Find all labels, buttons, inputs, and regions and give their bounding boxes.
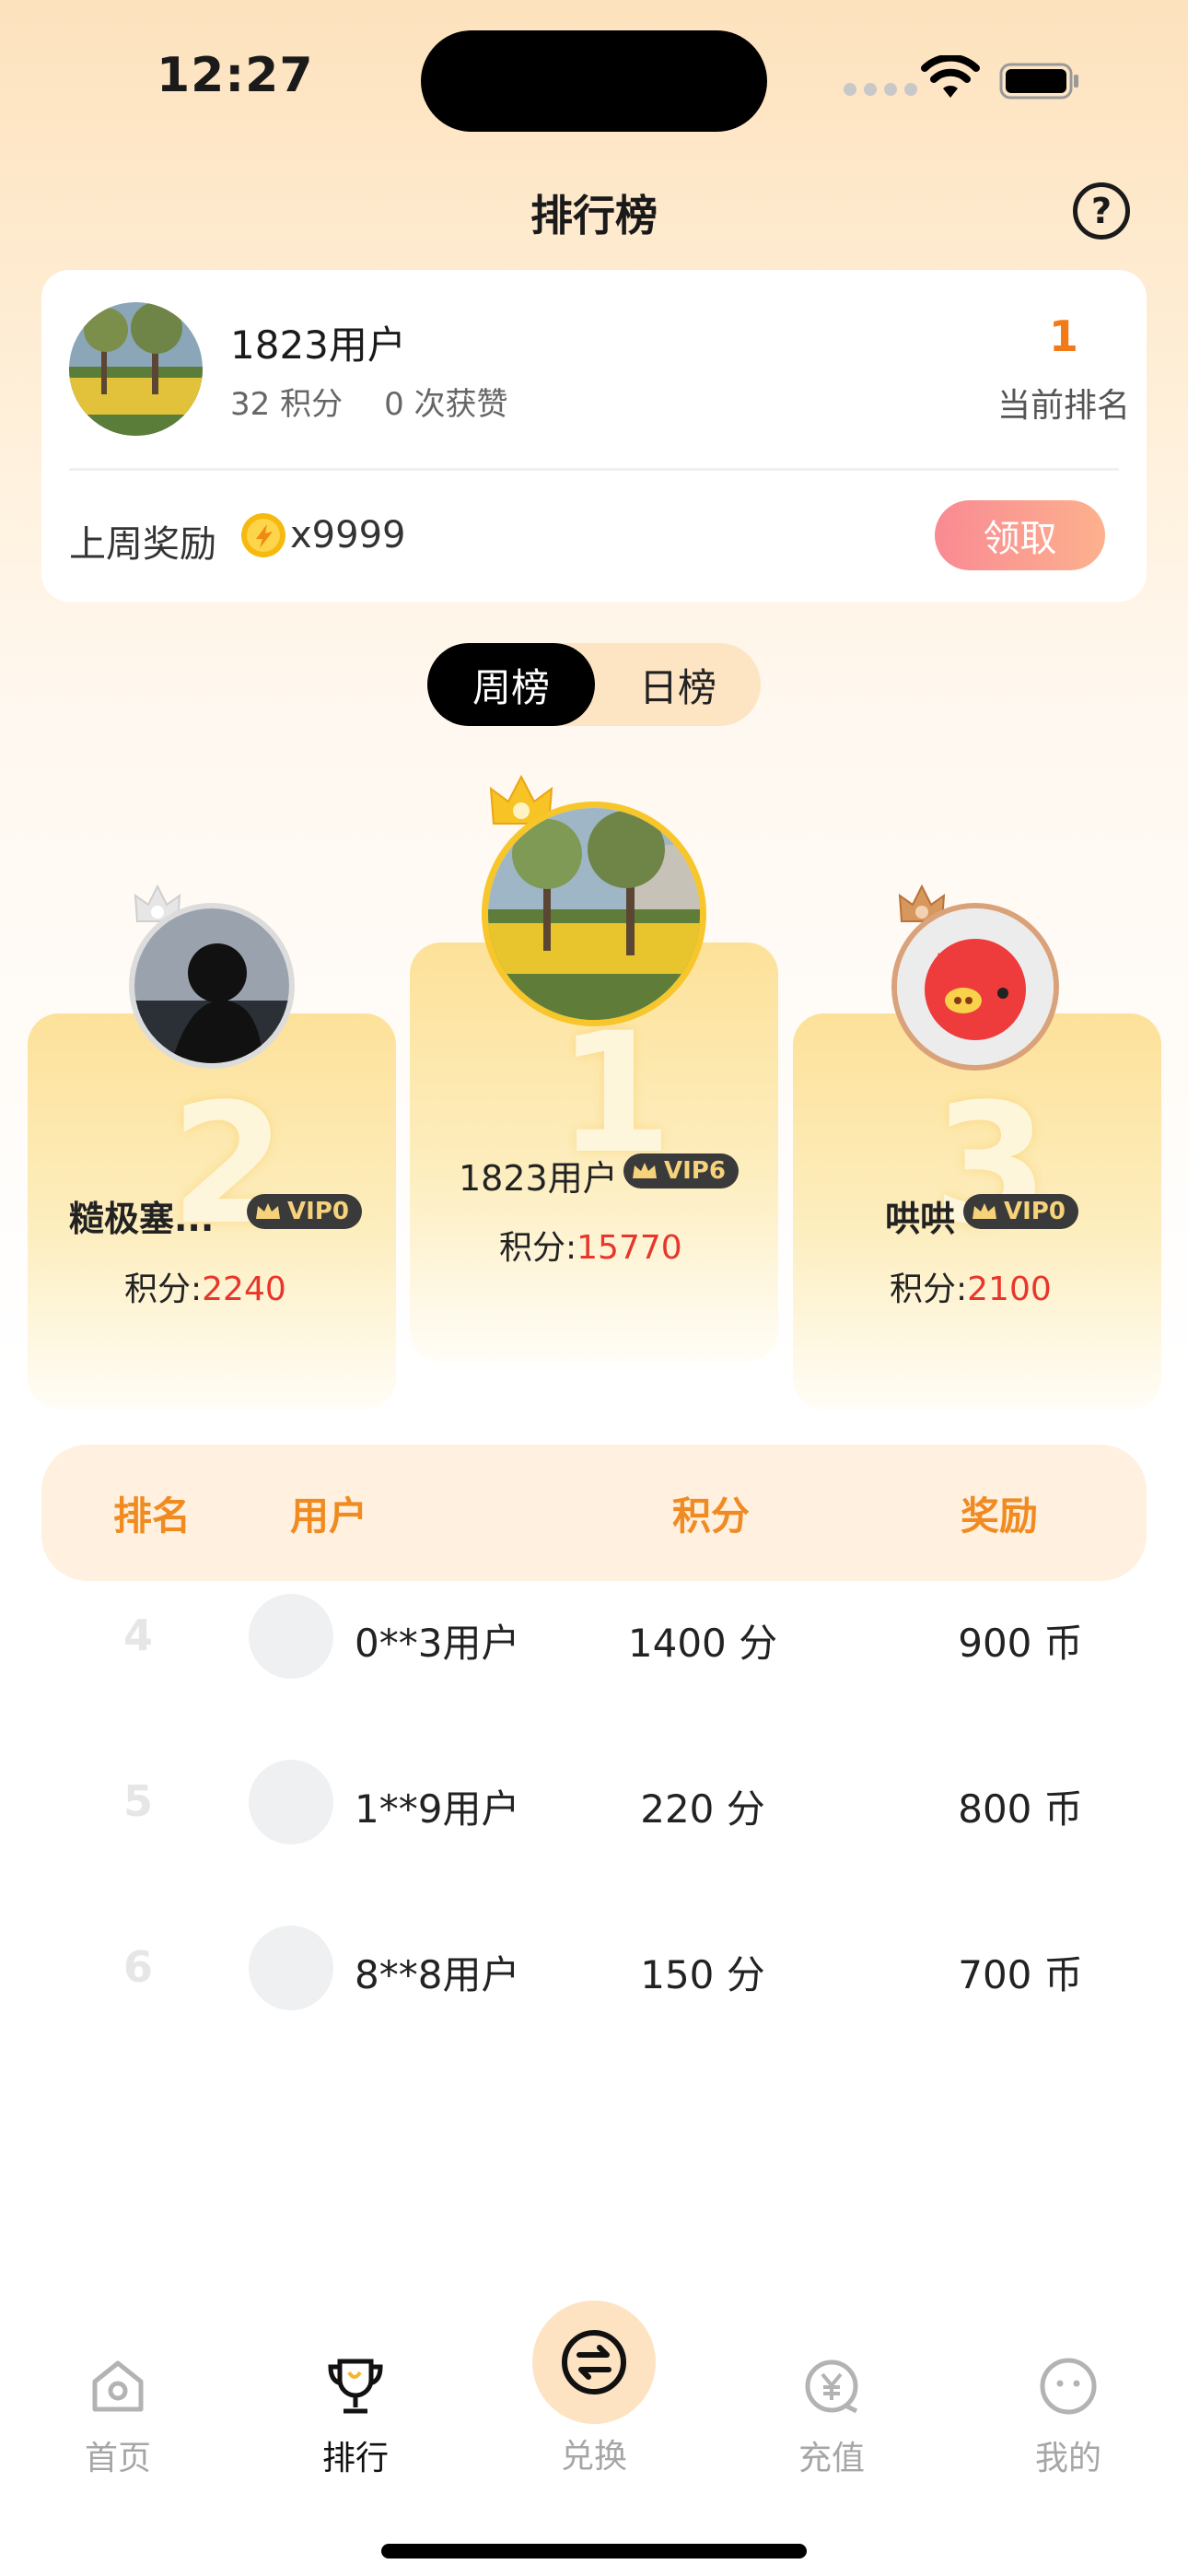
home-indicator <box>381 2544 807 2558</box>
battery-icon <box>999 63 1078 100</box>
row-user: 1**9用户 <box>355 1786 520 1832</box>
my-points: 32 积分 <box>230 386 344 423</box>
row-avatar <box>249 1926 333 2010</box>
podium-third[interactable]: 3 哄哄 VIP0 积分:2100 <box>793 1013 1161 1410</box>
my-rank-label: 当前排名 <box>996 387 1130 425</box>
row-rank: 4 <box>122 1610 153 1660</box>
vip-label: VIP0 <box>287 1198 349 1225</box>
podium-name: 1823用户 <box>459 1158 618 1199</box>
row-rank: 5 <box>122 1776 153 1826</box>
table-row[interactable]: 5 1**9用户 220 分 800 币 <box>0 1758 1188 1850</box>
vip-badge: VIP6 <box>623 1153 739 1188</box>
last-week-reward-value: x9999 <box>290 514 406 556</box>
signal-icon <box>844 83 917 96</box>
row-score: 220 分 <box>640 1786 765 1832</box>
row-user: 0**3用户 <box>355 1621 520 1666</box>
nav-mine-label: 我的 <box>1034 2440 1101 2477</box>
nav-recharge-label: 充值 <box>798 2440 865 2477</box>
row-score: 1400 分 <box>627 1621 778 1666</box>
exchange-button[interactable] <box>532 2301 656 2424</box>
score-value: 2240 <box>202 1270 286 1308</box>
claim-button[interactable]: 领取 <box>935 500 1105 570</box>
my-avatar[interactable] <box>69 302 203 436</box>
row-reward: 800 币 <box>958 1786 1083 1832</box>
recharge-icon <box>805 2359 858 2414</box>
podium-first-avatar[interactable] <box>482 802 706 1026</box>
page-title: 排行榜 <box>530 191 658 240</box>
row-avatar <box>249 1594 333 1679</box>
row-score: 150 分 <box>640 1952 765 1997</box>
nav-exchange-label[interactable]: 兑换 <box>532 2430 656 2477</box>
my-likes: 0 次获赞 <box>384 386 508 423</box>
podium-name: 哄哄 <box>885 1199 956 1239</box>
nav-ranking-label: 排行 <box>321 2440 389 2477</box>
row-reward: 900 币 <box>958 1621 1083 1666</box>
tab-weekly[interactable]: 周榜 <box>427 643 595 726</box>
profile-face-icon <box>1040 2358 1097 2415</box>
podium-score: 积分:15770 <box>499 1221 682 1269</box>
row-user: 8**8用户 <box>355 1952 520 1997</box>
row-reward: 700 币 <box>958 1952 1083 1997</box>
crown-icon <box>633 1163 657 1178</box>
header-user: 用户 <box>290 1493 368 1539</box>
home-icon <box>92 2360 144 2412</box>
crown-icon <box>256 1203 280 1219</box>
table-row[interactable]: 4 0**3用户 1400 分 900 币 <box>0 1592 1188 1684</box>
header-rank: 排名 <box>113 1493 192 1539</box>
tab-daily[interactable]: 日榜 <box>595 643 761 726</box>
nav-home-label: 首页 <box>84 2440 151 2477</box>
dynamic-island <box>421 30 767 132</box>
period-tabs: 周榜 日榜 <box>427 643 761 726</box>
score-label: 积分: <box>499 1229 577 1267</box>
crown-icon <box>973 1203 996 1219</box>
exchange-icon <box>562 2330 626 2395</box>
vip-badge: VIP0 <box>247 1194 362 1229</box>
nav-home[interactable]: 首页 <box>35 2354 201 2479</box>
ranking-table-header: 排名 用户 积分 奖励 <box>41 1445 1147 1581</box>
podium-score: 积分:2240 <box>124 1262 286 1310</box>
score-value: 2100 <box>967 1270 1052 1308</box>
last-week-reward-label: 上周奖励 <box>69 523 216 566</box>
wifi-icon <box>921 55 980 98</box>
my-name: 1823用户 <box>230 322 406 368</box>
row-rank: 6 <box>122 1942 153 1992</box>
my-stats: 32 积分 0 次获赞 <box>230 379 550 424</box>
podium-second-avatar[interactable] <box>129 903 295 1069</box>
divider <box>69 468 1119 471</box>
score-value: 15770 <box>577 1229 682 1267</box>
table-row[interactable]: 6 8**8用户 150 分 700 币 <box>0 1924 1188 2016</box>
header-reward: 奖励 <box>961 1493 1039 1539</box>
nav-mine[interactable]: 我的 <box>985 2354 1151 2479</box>
trophy-icon <box>328 2359 383 2414</box>
podium-name: 糙极塞... <box>69 1199 215 1239</box>
nav-recharge[interactable]: 充值 <box>749 2354 914 2479</box>
my-rank-number: 1 <box>1048 311 1078 361</box>
vip-badge: VIP0 <box>963 1194 1078 1229</box>
score-label: 积分: <box>890 1270 968 1308</box>
nav-ranking[interactable]: 排行 <box>273 2354 438 2479</box>
podium-third-avatar[interactable] <box>891 903 1059 1071</box>
my-rank-card: 1823用户 32 积分 0 次获赞 1 当前排名 上周奖励 x9999 领取 <box>41 270 1147 602</box>
podium-score: 积分:2100 <box>890 1262 1052 1310</box>
vip-label: VIP6 <box>664 1157 726 1185</box>
row-avatar <box>249 1760 333 1844</box>
help-icon[interactable]: ? <box>1073 182 1130 240</box>
score-label: 积分: <box>124 1270 203 1308</box>
coin-icon <box>241 513 285 557</box>
vip-label: VIP0 <box>1004 1198 1066 1225</box>
podium-second[interactable]: 2 糙极塞... VIP0 积分:2240 <box>28 1013 396 1410</box>
status-time: 12:27 <box>157 48 314 103</box>
header-score: 积分 <box>672 1493 751 1539</box>
